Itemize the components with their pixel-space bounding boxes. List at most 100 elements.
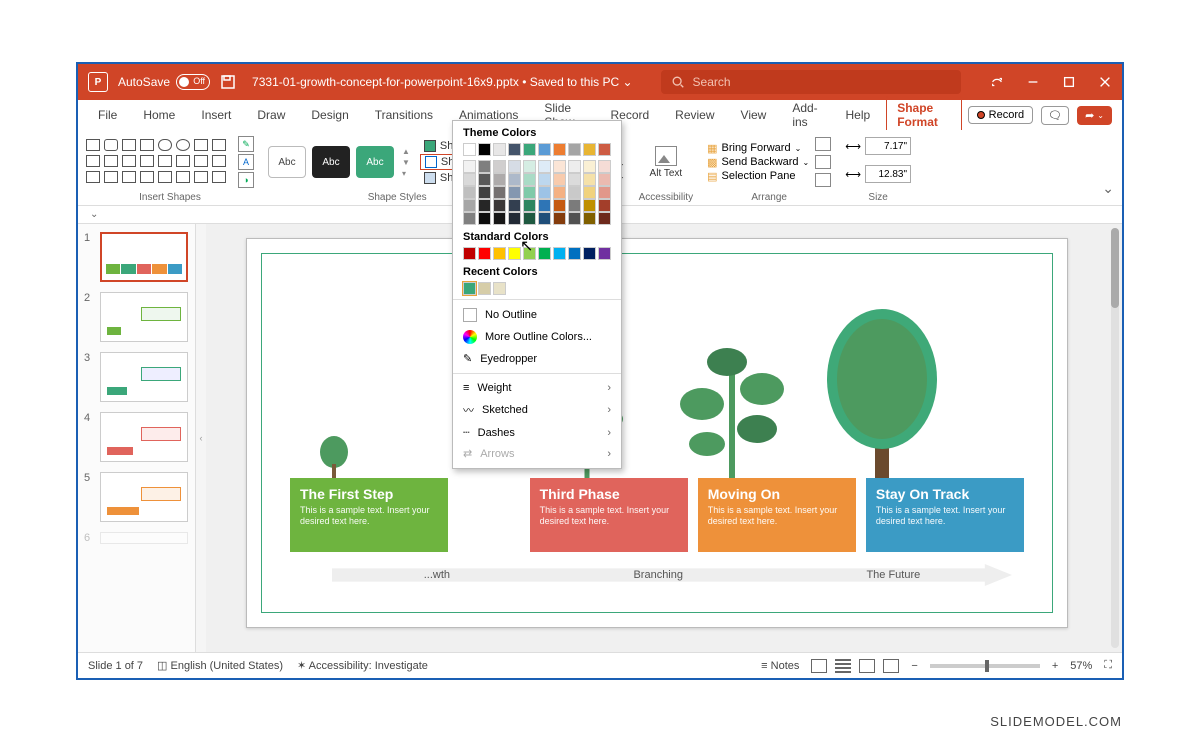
color-swatch[interactable]: [598, 247, 611, 260]
thumbnail-5[interactable]: 5: [84, 472, 189, 522]
pane-splitter[interactable]: ‹: [196, 224, 206, 652]
vertical-scrollbar[interactable]: [1108, 224, 1122, 652]
color-swatch[interactable]: [598, 199, 611, 212]
color-swatch[interactable]: [508, 212, 521, 225]
color-swatch[interactable]: [523, 160, 536, 173]
color-swatch[interactable]: [583, 212, 596, 225]
style-chip[interactable]: Abc: [356, 146, 394, 178]
color-swatch[interactable]: [583, 160, 596, 173]
sorter-view-icon[interactable]: [835, 659, 851, 673]
color-swatch[interactable]: [478, 173, 491, 186]
tab-home[interactable]: Home: [133, 104, 185, 126]
color-swatch[interactable]: [568, 160, 581, 173]
rotate-button[interactable]: [815, 173, 831, 187]
tab-file[interactable]: File: [88, 104, 127, 126]
color-swatch[interactable]: [493, 186, 506, 199]
color-swatch[interactable]: [523, 212, 536, 225]
color-swatch[interactable]: [508, 199, 521, 212]
color-swatch[interactable]: [553, 199, 566, 212]
more-colors-item[interactable]: More Outline Colors...: [453, 326, 621, 348]
maximize-icon[interactable]: [1062, 75, 1076, 89]
bring-forward-button[interactable]: ▦Bring Forward ⌄: [707, 142, 809, 155]
color-swatch[interactable]: [493, 173, 506, 186]
color-swatch[interactable]: [538, 186, 551, 199]
tab-view[interactable]: View: [731, 104, 777, 126]
thumbnail-4[interactable]: 4: [84, 412, 189, 462]
color-swatch[interactable]: [463, 199, 476, 212]
normal-view-icon[interactable]: [811, 659, 827, 673]
color-swatch[interactable]: [583, 173, 596, 186]
color-swatch[interactable]: [478, 143, 491, 156]
thumbnail-2[interactable]: 2: [84, 292, 189, 342]
color-swatch[interactable]: [568, 143, 581, 156]
color-swatch[interactable]: [568, 212, 581, 225]
color-swatch[interactable]: [538, 173, 551, 186]
color-swatch[interactable]: [523, 186, 536, 199]
color-swatch[interactable]: [493, 160, 506, 173]
card-1[interactable]: The First StepThis is a sample text. Ins…: [290, 478, 448, 552]
color-swatch[interactable]: [598, 160, 611, 173]
text-box-icon[interactable]: A: [238, 154, 254, 170]
thumbnail-3[interactable]: 3: [84, 352, 189, 402]
color-swatch[interactable]: [493, 247, 506, 260]
color-swatch[interactable]: [568, 247, 581, 260]
record-button[interactable]: Record: [968, 106, 1033, 124]
width-input[interactable]: ⟷: [845, 165, 911, 183]
color-swatch[interactable]: [538, 247, 551, 260]
minimize-icon[interactable]: [1026, 75, 1040, 89]
color-swatch[interactable]: [463, 186, 476, 199]
color-swatch[interactable]: [493, 199, 506, 212]
zoom-slider[interactable]: [930, 664, 1040, 668]
color-swatch[interactable]: [583, 186, 596, 199]
color-swatch[interactable]: [523, 143, 536, 156]
color-swatch[interactable]: [508, 160, 521, 173]
shape-style-gallery[interactable]: Abc Abc Abc: [268, 146, 394, 178]
color-swatch[interactable]: [493, 212, 506, 225]
color-swatch[interactable]: [463, 247, 476, 260]
color-swatch[interactable]: [583, 143, 596, 156]
send-backward-button[interactable]: ▩Send Backward ⌄: [707, 156, 809, 169]
color-swatch[interactable]: [523, 173, 536, 186]
zoom-out-icon[interactable]: −: [911, 660, 917, 672]
weight-item[interactable]: ≡Weight›: [453, 378, 621, 398]
more-icon[interactable]: ▾: [402, 169, 410, 178]
tab-addins[interactable]: Add-ins: [782, 97, 829, 133]
color-swatch[interactable]: [463, 160, 476, 173]
color-swatch[interactable]: [508, 186, 521, 199]
search-input[interactable]: Search: [661, 70, 961, 94]
tab-review[interactable]: Review: [665, 104, 724, 126]
save-icon[interactable]: [220, 74, 236, 90]
color-swatch[interactable]: [598, 143, 611, 156]
thumbnail-1[interactable]: 1: [84, 232, 189, 282]
align-button[interactable]: [815, 137, 831, 151]
color-swatch[interactable]: [538, 212, 551, 225]
tab-shape-format[interactable]: Shape Format: [886, 96, 961, 134]
autosave-toggle[interactable]: AutoSave Off: [118, 74, 210, 90]
color-swatch[interactable]: [493, 282, 506, 295]
close-icon[interactable]: [1098, 75, 1112, 89]
group-button[interactable]: [815, 155, 831, 169]
color-swatch[interactable]: [538, 143, 551, 156]
color-swatch[interactable]: [523, 199, 536, 212]
toggle-icon[interactable]: Off: [176, 74, 210, 90]
tab-help[interactable]: Help: [836, 104, 881, 126]
color-swatch[interactable]: [553, 186, 566, 199]
reading-view-icon[interactable]: [859, 659, 875, 673]
coming-soon-icon[interactable]: [990, 75, 1004, 89]
color-swatch[interactable]: [598, 186, 611, 199]
color-swatch[interactable]: [463, 282, 476, 295]
color-swatch[interactable]: [568, 186, 581, 199]
color-swatch[interactable]: [508, 143, 521, 156]
slideshow-view-icon[interactable]: [883, 659, 899, 673]
color-swatch[interactable]: [463, 143, 476, 156]
color-swatch[interactable]: [538, 160, 551, 173]
color-swatch[interactable]: [568, 199, 581, 212]
chevron-down-icon[interactable]: ▼: [402, 158, 410, 167]
shapes-gallery[interactable]: [86, 139, 228, 185]
edit-shape-icon[interactable]: ✎: [238, 136, 254, 152]
fit-window-icon[interactable]: ⛶: [1104, 659, 1112, 672]
color-swatch[interactable]: [568, 173, 581, 186]
color-swatch[interactable]: [463, 212, 476, 225]
color-swatch[interactable]: [478, 160, 491, 173]
color-swatch[interactable]: [553, 212, 566, 225]
